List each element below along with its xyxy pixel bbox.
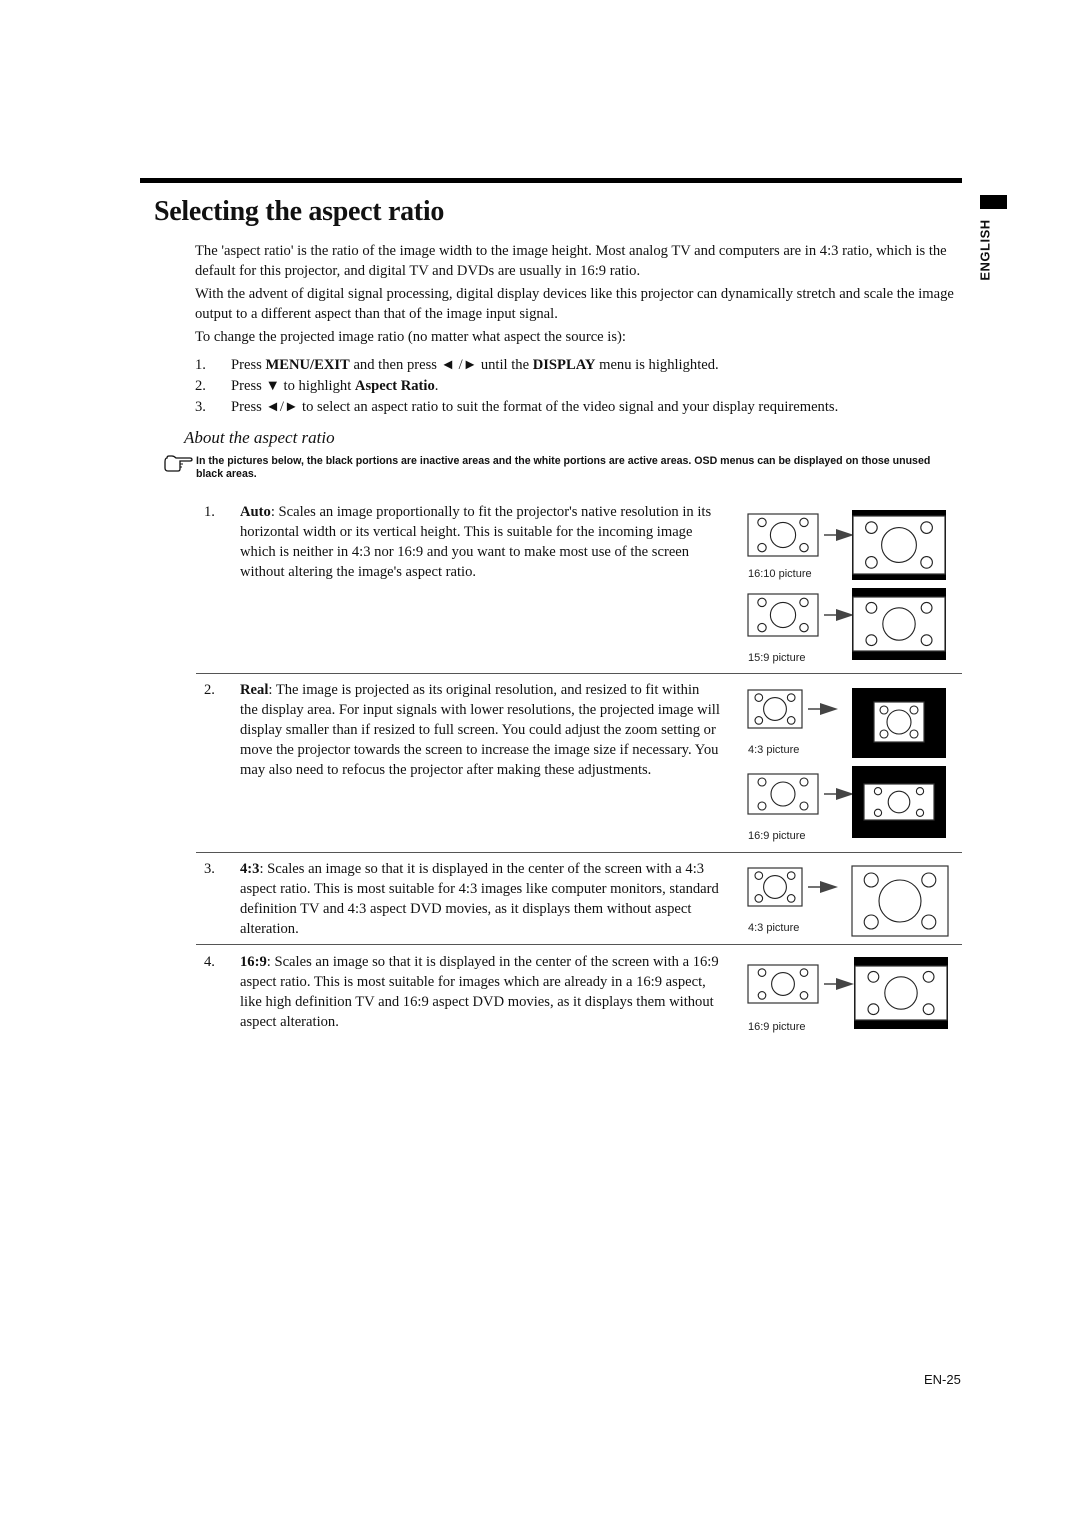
figure-caption: 4:3 picture bbox=[748, 744, 800, 756]
aspect-figure: 4:3 picture bbox=[740, 862, 955, 944]
source-picture bbox=[747, 964, 819, 1004]
intro-paragraph-1: The 'aspect ratio' is the ratio of the i… bbox=[195, 243, 947, 279]
language-tab: ENGLISH bbox=[977, 219, 993, 281]
aspect-figure: 16:10 picture bbox=[740, 508, 955, 590]
active-area bbox=[852, 596, 946, 652]
aspect-figure: 16:9 picture bbox=[740, 764, 955, 846]
arrow-icon bbox=[808, 881, 838, 893]
aspect-figure: 16:9 picture bbox=[740, 955, 955, 1037]
aspect-figure: 15:9 picture bbox=[740, 586, 955, 668]
arrow-icon bbox=[824, 609, 854, 621]
source-picture bbox=[747, 593, 819, 637]
arrow-icon bbox=[824, 788, 854, 800]
intro-paragraph-3: To change the projected image ratio (no … bbox=[195, 329, 626, 345]
arrow-icon bbox=[808, 703, 838, 715]
arrow-icon bbox=[824, 529, 854, 541]
source-picture bbox=[747, 689, 803, 729]
source-picture bbox=[747, 773, 819, 815]
top-rule bbox=[140, 178, 962, 183]
figure-caption: 16:9 picture bbox=[748, 830, 806, 842]
arrow-icon bbox=[824, 978, 854, 990]
active-area bbox=[852, 515, 946, 575]
intro-paragraph-2: With the advent of digital signal proces… bbox=[195, 286, 954, 322]
figure-caption: 4:3 picture bbox=[748, 922, 800, 934]
section-divider bbox=[196, 944, 962, 945]
figure-caption: 16:10 picture bbox=[748, 568, 812, 580]
source-picture bbox=[747, 867, 803, 907]
step-item: 3. Press ◄/► to select an aspect ratio t… bbox=[195, 399, 839, 415]
active-area bbox=[854, 965, 948, 1021]
note-text: In the pictures below, the black portion… bbox=[196, 455, 931, 480]
active-area bbox=[863, 783, 935, 821]
pointing-hand-icon bbox=[164, 455, 193, 472]
aspect-figure: 4:3 picture bbox=[740, 684, 955, 766]
figure-caption: 16:9 picture bbox=[748, 1021, 806, 1033]
section-heading: About the aspect ratio bbox=[184, 428, 335, 447]
page-title: Selecting the aspect ratio bbox=[154, 196, 445, 227]
active-area bbox=[873, 701, 925, 743]
page-number: EN-25 bbox=[924, 1372, 961, 1387]
figure-caption: 15:9 picture bbox=[748, 652, 806, 664]
step-item: 1. Press MENU/EXIT and then press ◄ /► u… bbox=[195, 357, 719, 373]
section-divider bbox=[196, 852, 962, 853]
language-tab-marker bbox=[980, 195, 1007, 209]
step-item: 2. Press ▼ to highlight Aspect Ratio. bbox=[195, 378, 439, 394]
projected-picture bbox=[851, 865, 949, 937]
steps-list: 1. Press MENU/EXIT and then press ◄ /► u… bbox=[195, 355, 955, 418]
source-picture bbox=[747, 513, 819, 557]
section-divider bbox=[196, 673, 962, 674]
